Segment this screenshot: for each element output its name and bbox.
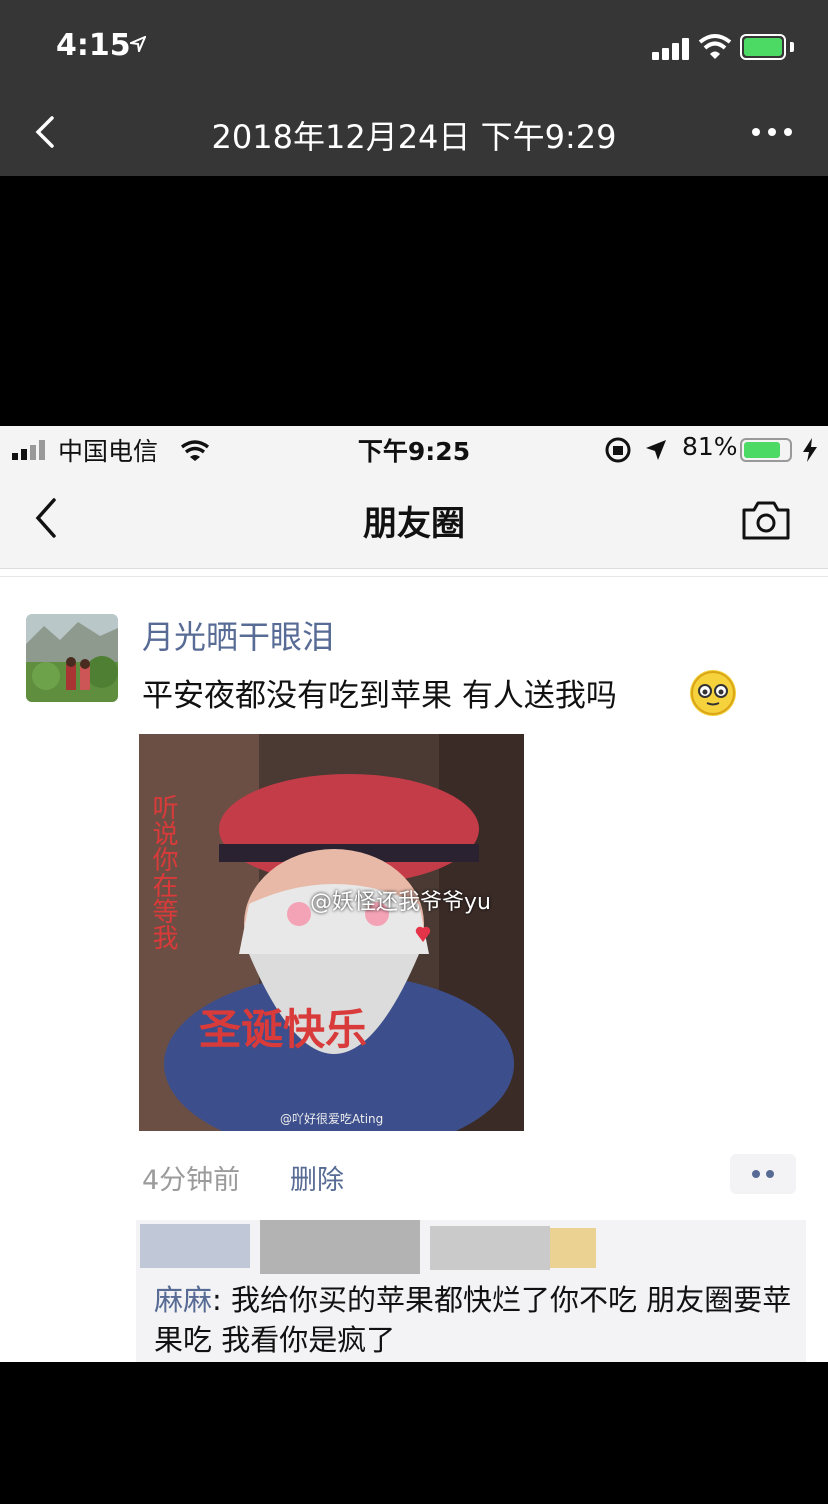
post-author[interactable]: 月光晒干眼泪 bbox=[142, 612, 334, 658]
avatar[interactable] bbox=[26, 614, 118, 702]
comment-item: 麻麻: 我给你买的苹果都快烂了你不吃 朋友圈要苹果吃 我看你是疯了 bbox=[154, 1280, 794, 1360]
battery-fill bbox=[744, 442, 780, 458]
page-title: 朋友圈 bbox=[363, 504, 465, 544]
camera-icon[interactable] bbox=[740, 498, 792, 542]
shy-emoji-icon bbox=[690, 670, 736, 716]
more-icon[interactable] bbox=[748, 124, 796, 140]
comment-colon: : bbox=[212, 1283, 232, 1317]
post-text: 平安夜都没有吃到苹果 有人送我吗 bbox=[142, 678, 617, 714]
location-arrow-icon bbox=[646, 440, 666, 460]
outer-title: 2018年12月24日 下午9:29 bbox=[211, 118, 617, 156]
more-actions-icon[interactable] bbox=[730, 1154, 796, 1194]
delete-link[interactable]: 删除 bbox=[290, 1158, 344, 1197]
signal-icon bbox=[652, 38, 689, 60]
weibo-watermark: @妖怪还我爷爷yu bbox=[310, 890, 491, 915]
wifi-icon bbox=[698, 34, 732, 59]
comment-author[interactable]: 麻麻 bbox=[154, 1283, 212, 1317]
santa-meme-picture: 听说你在等我 圣诞快乐 bbox=[139, 734, 524, 1131]
outer-clock: 4:15 bbox=[56, 28, 131, 63]
battery-fill bbox=[744, 38, 782, 56]
charging-bolt-icon bbox=[803, 438, 817, 462]
battery-icon bbox=[740, 438, 792, 462]
embedded-screenshot: 中国电信 下午9:25 81% 朋友圈 月光晒干眼泪 平安夜都没有吃到苹果 有人… bbox=[0, 426, 828, 1362]
battery-icon bbox=[740, 34, 786, 60]
small-watermark: @吖好很爱吃Ating bbox=[280, 1112, 384, 1126]
redacted-likes bbox=[140, 1220, 596, 1274]
battery-percent: 81% bbox=[682, 432, 738, 461]
battery-cap bbox=[790, 42, 794, 52]
post-image[interactable]: 听说你在等我 圣诞快乐 bbox=[139, 734, 524, 1131]
comment-text: 我给你买的苹果都快烂了你不吃 朋友圈要苹果吃 我看你是疯了 bbox=[154, 1283, 792, 1357]
image-bottom-caption: 圣诞快乐 bbox=[199, 1005, 367, 1054]
orientation-lock-icon bbox=[605, 437, 631, 463]
post-time: 4分钟前 bbox=[142, 1165, 241, 1196]
image-side-caption: 听说你在等我 bbox=[148, 794, 178, 950]
location-arrow-icon bbox=[130, 36, 146, 52]
